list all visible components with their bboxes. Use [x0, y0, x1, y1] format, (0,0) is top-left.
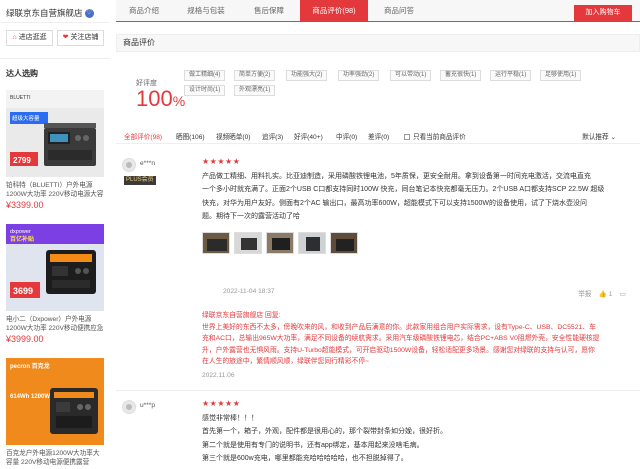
report-link[interactable]: 举报 [578, 291, 591, 298]
product-image[interactable]: dxpower 百亿补贴 3699 [6, 224, 104, 311]
review-stars: ★★★★★ [202, 399, 241, 408]
shop-name[interactable]: 绿联京东自营旗舰店 ♡ [6, 7, 94, 19]
filter-all[interactable]: 全部评价(98) [124, 131, 162, 141]
avatar [122, 400, 136, 414]
review-images [202, 232, 482, 254]
sidebar-section-title: 达人选购 [6, 69, 38, 78]
product-price: ¥3399.00 [6, 200, 44, 210]
review-tag[interactable]: 做工精细(4) [184, 70, 226, 81]
filter-negative[interactable]: 差评(0) [368, 131, 389, 141]
store-icon: ⌂ [12, 34, 17, 41]
recommended-product[interactable]: dxpower 百亿补贴 3699 电小二（Dxpower）户外电源1200W大… [6, 224, 104, 344]
review-tag[interactable]: 简单方便(2) [234, 70, 276, 81]
review-text: 产品做工精细、用料扎实。比亚迪制造，采用磷酸铁锂电池，5年质保，更安全耐用。拿到… [202, 173, 605, 221]
review-filters: 全部评价(98) 晒图(106) 视频晒单(0) 追评(3) 好评(40+) 中… [116, 128, 640, 144]
tab-reviews[interactable]: 商品评价(98) [300, 0, 368, 22]
review-image[interactable] [234, 232, 262, 254]
reviews-panel: 商品评价 好评度 100% 做工精细(4) 简单方便(2) 功能强大(2) 功率… [116, 22, 640, 469]
product-brand: BLUETTI [10, 95, 31, 101]
product-price: ¥3999.00 [6, 334, 44, 344]
reviews-section-title: 商品评价 [116, 34, 640, 52]
filter-current-product-only[interactable]: 只看当前商品评价 [404, 131, 466, 141]
product-title[interactable]: 电小二（Dxpower）户外电源1200W大功率 220V移动便携应急野 [6, 315, 104, 333]
reply-date: 2022.11.06 [202, 372, 235, 379]
filter-neutral[interactable]: 中评(0) [336, 131, 357, 141]
review-tag[interactable]: 可以带动(1) [390, 70, 432, 81]
review-tag[interactable]: 运行平稳(1) [490, 70, 532, 81]
product-title[interactable]: 铂科特（BLUETTI）户外电源1200W大功率 220V移动电源大容量 [6, 181, 104, 199]
filter-follow-up[interactable]: 追评(3) [262, 131, 283, 141]
review-stars: ★★★★★ [202, 157, 241, 166]
product-promo-tag: 百亿补贴 [10, 235, 34, 243]
product-promo-tag: 超级大容量 [12, 114, 40, 122]
thumbs-up-icon[interactable]: 👍 [599, 291, 607, 298]
product-image[interactable]: pecron 百克龙 614Wh 1200W [6, 358, 104, 445]
review-tag[interactable]: 功率强劲(2) [338, 70, 380, 81]
review-image[interactable] [298, 232, 326, 254]
product-tabs: 商品介绍 规格与包装 售后保障 商品评价(98) 商品问答 加入购物车 [116, 0, 640, 22]
product-brand: pecron 百克龙 [10, 362, 50, 370]
filter-video[interactable]: 视频晒单(0) [216, 131, 250, 141]
review-text: 感觉非常棒！！！ 首先第一个，箱子，外观，配件都是很用心的，那个裂带封条如分娩，… [202, 415, 447, 463]
review-image[interactable] [202, 232, 230, 254]
like-count: 1 [608, 291, 613, 298]
divider [0, 22, 110, 23]
review-image[interactable] [330, 232, 358, 254]
review-date: 2022-11-04 18:37 [223, 288, 275, 295]
review-tag[interactable]: 蓄充很快(1) [440, 70, 482, 81]
tab-specs-packaging[interactable]: 规格与包装 [174, 0, 238, 22]
heart-icon: ❤ [62, 34, 69, 41]
store-sidebar: 绿联京东自营旗舰店 ♡ ⌂ 进店逛逛 ❤ 关注店铺 达人选购 BLUETTI 超级大容… [0, 0, 110, 469]
follow-shop-button[interactable]: ❤ 关注店铺 [57, 30, 104, 46]
chevron-down-icon: ⌄ [610, 134, 616, 141]
sort-dropdown[interactable]: 默认推荐 ⌄ [582, 131, 616, 141]
comment-icon[interactable]: ▭ [620, 291, 626, 298]
tab-introduction[interactable]: 商品介绍 [116, 0, 172, 22]
tab-after-sales[interactable]: 售后保障 [240, 0, 298, 22]
shop-verified-icon: ♡ [84, 9, 94, 19]
divider [116, 390, 640, 391]
merchant-reply: 绿联京东自营旗舰店 回复: 世界上美好的东西不太多，傍晚吹来的风，和收到产品后满… [202, 312, 600, 365]
filter-positive[interactable]: 好评(40+) [294, 131, 323, 141]
review-tag[interactable]: 设计时尚(1) [184, 85, 226, 96]
recommended-product[interactable]: BLUETTI 超级大容量 2799 铂科特（BLUETTI）户外电源1200W… [6, 90, 104, 210]
product-brand: dxpower [10, 229, 31, 235]
tab-questions[interactable]: 商品问答 [370, 0, 428, 22]
review-tag[interactable]: 外观漂亮(1) [234, 85, 276, 96]
product-image[interactable]: BLUETTI 超级大容量 2799 [6, 90, 104, 177]
product-promo-tag: 614Wh 1200W [10, 394, 50, 400]
plus-member-badge: PLUS会员 [124, 176, 156, 185]
rating-value: 100% [136, 86, 186, 111]
checkbox[interactable] [404, 134, 410, 140]
product-image-price: 2799 [13, 156, 31, 165]
filter-with-images[interactable]: 晒图(106) [176, 131, 205, 141]
add-to-cart-button[interactable]: 加入购物车 [574, 5, 632, 21]
enter-shop-button[interactable]: ⌂ 进店逛逛 [6, 30, 53, 46]
product-title[interactable]: 百克龙户外电源1200W大功率大容量 220V移动电源便携露营 [6, 449, 104, 467]
avatar [122, 158, 136, 172]
review-username: u***p [140, 402, 156, 409]
review-username: e***n [140, 160, 156, 167]
review-tag[interactable]: 足够使用(1) [540, 70, 582, 81]
review-image[interactable] [266, 232, 294, 254]
review-actions: 举报 👍 1 ▭ [578, 288, 626, 298]
recommended-product[interactable]: pecron 百克龙 614Wh 1200W 百克龙户外电源1200W大功率大容… [6, 358, 104, 467]
divider [0, 58, 110, 59]
review-tag[interactable]: 功能强大(2) [286, 70, 328, 81]
product-image-price: 3699 [13, 286, 33, 296]
